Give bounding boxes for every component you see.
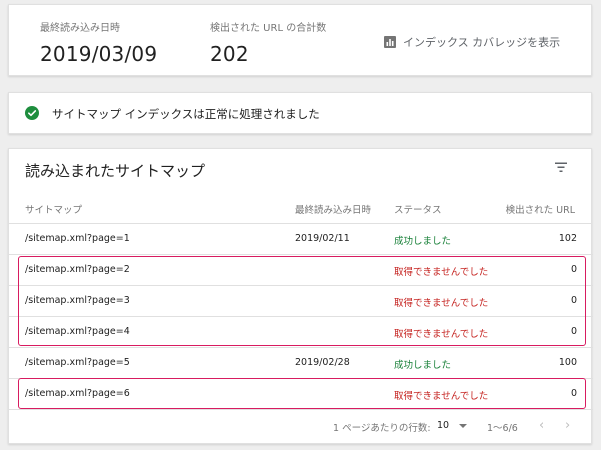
cell-status: 取得できませんでした	[394, 391, 489, 402]
total-urls-stat: 検出された URL の合計数 202	[210, 19, 326, 66]
cell-status: 取得できませんでした	[394, 267, 489, 278]
cell-sitemap: /sitemap.xml?page=5	[25, 357, 130, 368]
table-row[interactable]: /sitemap.xml?page=1 2019/02/11 成功しました 10…	[9, 224, 593, 255]
cell-status: 成功しました	[394, 236, 452, 247]
last-read-label: 最終読み込み日時	[40, 23, 120, 34]
rows-per-page-value: 10	[437, 420, 450, 431]
table-title: 読み込まれたサイトマップ	[25, 162, 206, 180]
chevron-left-icon[interactable]: ‹	[539, 418, 544, 433]
cell-date: 2019/02/11	[295, 233, 350, 244]
cell-count: 0	[570, 264, 577, 275]
table-pagination: 1 ページあたりの行数: 10 1〜6/6 ‹ ›	[9, 411, 591, 441]
page-range: 1〜6/6	[487, 423, 518, 434]
cell-status: 取得できませんでした	[394, 329, 489, 340]
bar-chart-icon	[384, 36, 396, 48]
cell-count: 0	[570, 388, 577, 399]
table-row[interactable]: /sitemap.xml?page=4 取得できませんでした 0	[9, 317, 593, 348]
table-row[interactable]: /sitemap.xml?page=5 2019/02/28 成功しました 10…	[9, 348, 593, 379]
total-urls-value: 202	[210, 42, 249, 66]
column-header-sitemap[interactable]: サイトマップ	[25, 202, 82, 216]
column-header-last-read[interactable]: 最終読み込み日時	[295, 202, 371, 216]
cell-sitemap: /sitemap.xml?page=2	[25, 264, 130, 275]
rows-per-page-select[interactable]: 10	[437, 420, 468, 431]
chevron-right-icon[interactable]: ›	[565, 418, 570, 433]
column-header-detected-urls[interactable]: 検出された URL	[506, 202, 575, 216]
cell-sitemap: /sitemap.xml?page=4	[25, 326, 130, 337]
cell-date: 2019/02/28	[295, 357, 350, 368]
cell-sitemap: /sitemap.xml?page=1	[25, 233, 130, 244]
table-row[interactable]: /sitemap.xml?page=6 取得できませんでした 0	[9, 379, 593, 410]
filter-icon[interactable]	[554, 161, 568, 173]
cell-sitemap: /sitemap.xml?page=6	[25, 388, 130, 399]
cell-status: 取得できませんでした	[394, 298, 489, 309]
rows-per-page-label: 1 ページあたりの行数:	[333, 423, 431, 434]
cell-status: 成功しました	[394, 360, 452, 371]
table-row[interactable]: /sitemap.xml?page=3 取得できませんでした 0	[9, 286, 593, 317]
cell-count: 0	[570, 326, 577, 337]
caret-down-icon	[459, 423, 468, 428]
cell-count: 0	[570, 295, 577, 306]
table-row[interactable]: /sitemap.xml?page=2 取得できませんでした 0	[9, 255, 593, 286]
last-read-value: 2019/03/09	[40, 42, 158, 66]
status-message: サイトマップ インデックスは正常に処理されました	[52, 107, 320, 121]
cell-count: 100	[558, 357, 577, 368]
cell-sitemap: /sitemap.xml?page=3	[25, 295, 130, 306]
view-index-coverage-label: インデックス カバレッジを表示	[403, 36, 561, 49]
cell-count: 102	[558, 233, 577, 244]
status-card: サイトマップ インデックスは正常に処理されました	[8, 92, 592, 134]
check-circle-icon	[25, 106, 39, 120]
view-index-coverage-link[interactable]: インデックス カバレッジを表示	[384, 34, 560, 50]
sitemaps-table-card: 読み込まれたサイトマップ サイトマップ 最終読み込み日時 ステータス 検出された…	[8, 148, 593, 444]
summary-card: 最終読み込み日時 2019/03/09 検出された URL の合計数 202 イ…	[8, 4, 592, 76]
total-urls-label: 検出された URL の合計数	[210, 23, 327, 34]
column-header-status[interactable]: ステータス	[394, 202, 442, 216]
last-read-stat: 最終読み込み日時 2019/03/09	[40, 19, 157, 66]
